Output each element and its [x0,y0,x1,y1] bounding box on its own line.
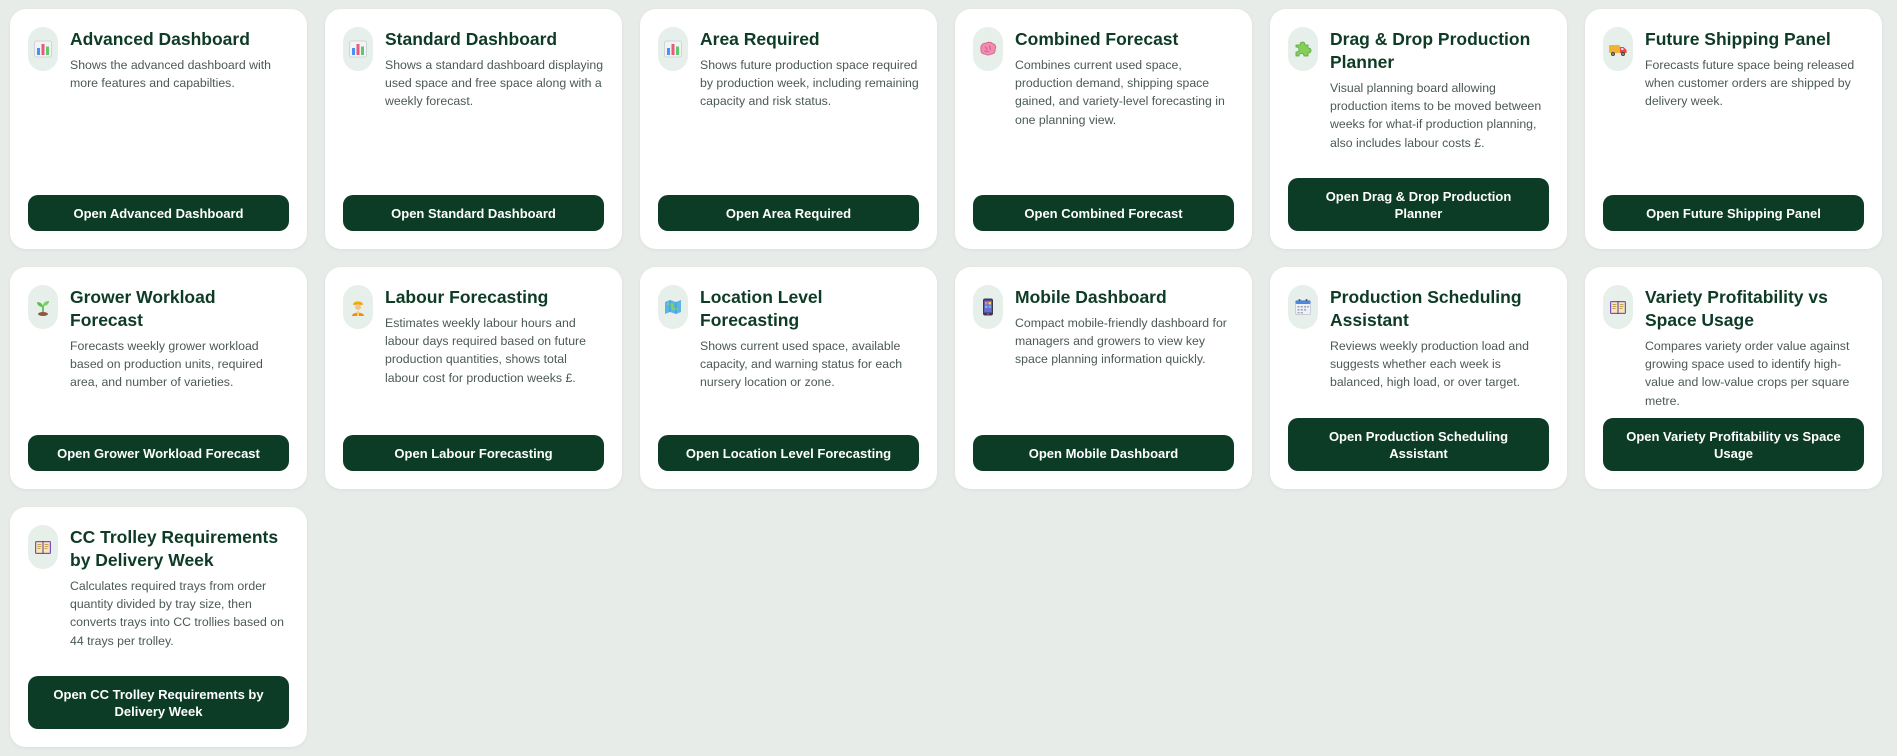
card-description: Shows a standard dashboard displaying us… [385,58,604,109]
open-labour-forecasting-button[interactable]: Open Labour Forecasting [343,435,604,471]
ledger-icon [1603,285,1633,329]
open-production-scheduling-assistant-button[interactable]: Open Production Scheduling Assistant [1288,418,1549,471]
open-variety-profitability-vs-space-usage-button[interactable]: Open Variety Profitability vs Space Usag… [1603,418,1864,471]
card-title: Area Required [700,29,820,49]
puzzle-icon [1288,27,1318,71]
card-description: Compact mobile-friendly dashboard for ma… [1015,316,1227,367]
card-title: Production Scheduling Assistant [1330,287,1522,330]
card-title: Combined Forecast [1015,29,1179,49]
card-description: Combines current used space, production … [1015,58,1225,127]
card-description: Compares variety order value against gro… [1645,339,1850,408]
card-title: Drag & Drop Production Planner [1330,29,1531,72]
card-mobile-dashboard: Mobile Dashboard Compact mobile-friendly… [955,267,1252,489]
card-description: Reviews weekly production load and sugge… [1330,339,1529,390]
card-title: Labour Forecasting [385,287,549,307]
card-grower-workload-forecast: Grower Workload Forecast Forecasts weekl… [10,267,307,489]
card-title: Future Shipping Panel [1645,29,1831,49]
card-future-shipping-panel: Future Shipping Panel Forecasts future s… [1585,9,1882,249]
card-location-level-forecasting: Location Level Forecasting Shows current… [640,267,937,489]
card-title: Location Level Forecasting [700,287,823,330]
card-title: Standard Dashboard [385,29,558,49]
open-location-level-forecasting-button[interactable]: Open Location Level Forecasting [658,435,919,471]
map-icon [658,285,688,329]
calendar-icon [1288,285,1318,329]
card-description: Shows current used space, available capa… [700,339,903,390]
card-title: Mobile Dashboard [1015,287,1167,307]
bar-chart-icon [343,27,373,71]
open-grower-workload-forecast-button[interactable]: Open Grower Workload Forecast [28,435,289,471]
card-production-scheduling-assistant: Production Scheduling Assistant Reviews … [1270,267,1567,489]
brain-icon [973,27,1003,71]
card-title: Advanced Dashboard [70,29,250,49]
card-standard-dashboard: Standard Dashboard Shows a standard dash… [325,9,622,249]
card-title: Grower Workload Forecast [70,287,216,330]
open-combined-forecast-button[interactable]: Open Combined Forecast [973,195,1234,231]
card-labour-forecasting: Labour Forecasting Estimates weekly labo… [325,267,622,489]
truck-icon [1603,27,1633,71]
card-title: CC Trolley Requirements by Delivery Week [70,527,279,570]
card-drag-drop-production-planner: Drag & Drop Production Planner Visual pl… [1270,9,1567,249]
open-future-shipping-panel-button[interactable]: Open Future Shipping Panel [1603,195,1864,231]
open-area-required-button[interactable]: Open Area Required [658,195,919,231]
seedling-icon [28,285,58,329]
card-description: Forecasts future space being released wh… [1645,58,1855,109]
open-cc-trolley-requirements-by-delivery-week-button[interactable]: Open CC Trolley Requirements by Delivery… [28,676,289,729]
tool-card-grid: Advanced Dashboard Shows the advanced da… [10,9,1882,747]
card-description: Estimates weekly labour hours and labour… [385,316,586,385]
open-mobile-dashboard-button[interactable]: Open Mobile Dashboard [973,435,1234,471]
open-standard-dashboard-button[interactable]: Open Standard Dashboard [343,195,604,231]
card-description: Shows future production space required b… [700,58,919,109]
card-combined-forecast: Combined Forecast Combines current used … [955,9,1252,249]
card-description: Visual planning board allowing productio… [1330,81,1542,150]
open-advanced-dashboard-button[interactable]: Open Advanced Dashboard [28,195,289,231]
bar-chart-icon [28,27,58,71]
card-variety-profitability-vs-space-usage: Variety Profitability vs Space Usage Com… [1585,267,1882,489]
ledger-icon [28,525,58,569]
open-drag-drop-production-planner-button[interactable]: Open Drag & Drop Production Planner [1288,178,1549,231]
card-advanced-dashboard: Advanced Dashboard Shows the advanced da… [10,9,307,249]
worker-icon [343,285,373,329]
mobile-phone-icon [973,285,1003,329]
card-description: Calculates required trays from order qua… [70,579,284,648]
card-area-required: Area Required Shows future production sp… [640,9,937,249]
card-description: Forecasts weekly grower workload based o… [70,339,263,390]
bar-chart-icon [658,27,688,71]
card-title: Variety Profitability vs Space Usage [1645,287,1828,330]
card-cc-trolley-requirements-by-delivery-week: CC Trolley Requirements by Delivery Week… [10,507,307,747]
card-description: Shows the advanced dashboard with more f… [70,58,271,91]
